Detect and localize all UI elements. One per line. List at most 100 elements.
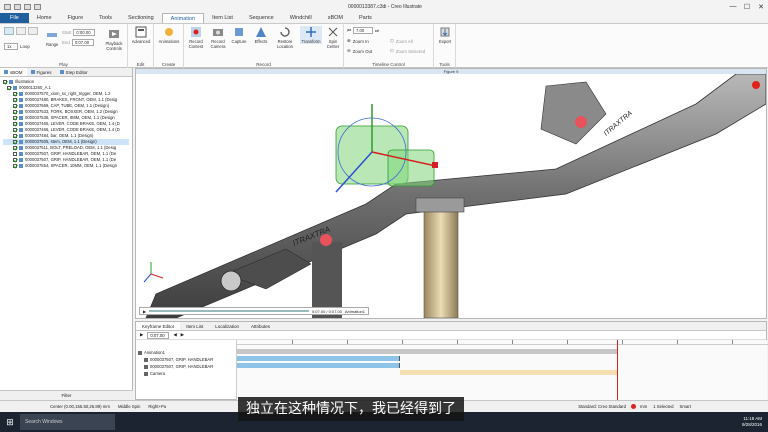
visibility-checkbox[interactable] [13, 158, 17, 162]
tab-parts[interactable]: Parts [351, 13, 380, 23]
tab-item-list-panel[interactable]: Item List [180, 322, 209, 330]
capture-button[interactable]: Capture [229, 26, 249, 44]
tab-home[interactable]: Home [29, 13, 60, 23]
tab-figures-panel[interactable]: Figures [27, 68, 56, 76]
visibility-checkbox[interactable] [13, 110, 17, 114]
status-units[interactable]: mm [640, 404, 647, 409]
structure-tree: Illustration 0000013260_A.1 0000037570_xio… [0, 77, 132, 171]
part-icon [19, 158, 23, 162]
next-key-icon[interactable]: ⏭ [375, 28, 379, 33]
grip-track-bar-2[interactable] [237, 363, 400, 368]
animation-icon [138, 350, 142, 355]
figure-viewport[interactable]: Figure 9 ITRAXTRA ITRAXTRA ▶ 0:07.00 / 0… [135, 68, 767, 319]
viewport-playbar[interactable]: ▶ 0:07.00 / 0:07.00 Animation1 [139, 307, 369, 315]
start-time-field[interactable]: 0:00.00 [73, 29, 96, 36]
tab-figure[interactable]: Figure [60, 13, 92, 23]
animations-button[interactable]: Animations [155, 26, 183, 44]
visibility-checkbox[interactable] [13, 134, 17, 138]
undo-icon[interactable] [24, 3, 31, 10]
next-frame-icon[interactable]: ▶ [181, 332, 184, 338]
visibility-checkbox[interactable] [7, 86, 11, 90]
export-button[interactable]: Export [435, 26, 455, 44]
zoom-selected-button[interactable]: ⊡ Zoom Selected [390, 48, 425, 54]
tab-localization[interactable]: Localization [209, 322, 245, 330]
tab-animation[interactable]: Animation [161, 13, 205, 23]
windows-start-icon[interactable]: ⊞ [0, 412, 20, 432]
tab-tools[interactable]: Tools [91, 13, 120, 23]
ribbon-tabs: File Home Figure Tools Sectioning Animat… [0, 13, 768, 24]
play-icon-small[interactable]: ▶ [143, 309, 146, 314]
spin-center-button[interactable]: Spin Center [323, 26, 343, 49]
zoom-in-button[interactable]: ⊕ Zoom In [347, 38, 369, 44]
visibility-checkbox[interactable] [13, 104, 17, 108]
visibility-checkbox[interactable] [13, 122, 17, 126]
loop-toggle[interactable]: Loop [20, 44, 30, 49]
model-canvas[interactable]: ITRAXTRA ITRAXTRA [136, 73, 767, 319]
maximize-button[interactable]: ☐ [740, 0, 754, 13]
camera-track-bar[interactable] [400, 370, 617, 375]
tab-keyframe-editor[interactable]: Keyframe Editor [136, 322, 181, 330]
quick-access-toolbar [4, 3, 41, 10]
visibility-checkbox[interactable] [13, 164, 17, 168]
visibility-checkbox[interactable] [13, 140, 17, 144]
record-content-button[interactable]: Record Content [185, 26, 207, 49]
track-grip-1[interactable]: 0000037507, GRIP, HANDLEBAR [144, 357, 213, 362]
window-title: 0000013387.c3di - Creo Illustrate [348, 3, 422, 10]
redo-icon[interactable] [34, 3, 41, 10]
save-icon[interactable] [14, 3, 21, 10]
record-camera-button[interactable]: Record Camera [207, 26, 229, 49]
restore-location-button[interactable]: Restore Location [272, 26, 298, 49]
tab-sectioning[interactable]: Sectioning [120, 13, 162, 23]
tab-sbom[interactable]: sBOM [320, 13, 351, 23]
prev-frame-icon[interactable]: ◀ [173, 332, 176, 338]
range-button[interactable]: Range [46, 29, 58, 47]
status-standard[interactable]: Standard: Creo Standard [578, 404, 626, 409]
timeline-time-field[interactable]: 7.00 [352, 27, 373, 34]
status-mode[interactable]: Smart [679, 404, 690, 409]
keyframe-time-field[interactable]: 0:07.00 [147, 331, 170, 339]
minimize-button[interactable]: — [726, 0, 740, 13]
transform-button[interactable]: Transform [300, 26, 322, 44]
advanced-button[interactable]: Advanced [129, 26, 153, 44]
time-cursor[interactable] [617, 340, 618, 400]
play-icon[interactable] [4, 27, 14, 35]
playback-controls-button[interactable]: Playback Controls [102, 28, 126, 51]
visibility-checkbox[interactable] [3, 80, 7, 84]
part-icon [19, 152, 23, 156]
zoom-all-icon: ⊡ [390, 38, 394, 43]
visibility-checkbox[interactable] [13, 128, 17, 132]
tab-file[interactable]: File [0, 13, 29, 23]
selected-stem[interactable] [335, 104, 438, 193]
tree-item[interactable]: 0000037554, SPACER, 10MM, OEM, 1.1 (Desi… [3, 163, 129, 169]
search-windows-box[interactable]: Search Windows [20, 414, 115, 430]
tab-attributes[interactable]: Attributes [245, 322, 276, 330]
filter-bar[interactable]: Filter [0, 390, 133, 400]
pause-icon[interactable] [16, 27, 26, 35]
track-grip-2[interactable]: 0000037507, GRIP, HANDLEBAR [144, 364, 213, 369]
tab-step-editor-panel[interactable]: Step Editor [56, 68, 92, 76]
animation-bar[interactable] [237, 349, 617, 354]
timeline-area[interactable] [236, 340, 768, 400]
visibility-checkbox[interactable] [13, 146, 17, 150]
play-keyframe-icon[interactable]: ▶ [140, 332, 143, 338]
track-animation[interactable]: Animation1 [138, 350, 165, 355]
group-label-record: Record [256, 62, 271, 67]
speed-select[interactable]: 1x [4, 43, 18, 50]
tab-windchill[interactable]: Windchill [282, 13, 320, 23]
zoom-all-button[interactable]: ⊡ Zoom All [390, 38, 413, 44]
effects-button[interactable]: Effects [251, 26, 271, 44]
close-button[interactable]: ✕ [754, 0, 768, 13]
track-camera[interactable]: Camera [144, 371, 165, 376]
grip-track-bar-1[interactable] [237, 356, 400, 361]
zoom-out-button[interactable]: ⊖ Zoom Out [347, 48, 372, 54]
tab-item-list[interactable]: Item List [204, 13, 241, 23]
tab-sbom-panel[interactable]: sBOM [0, 68, 27, 76]
stop-icon[interactable] [28, 27, 38, 35]
visibility-checkbox[interactable] [13, 92, 17, 96]
tab-sequence[interactable]: Sequence [241, 13, 282, 23]
visibility-checkbox[interactable] [13, 152, 17, 156]
visibility-checkbox[interactable] [13, 98, 17, 102]
prev-key-icon[interactable]: ⏮ [347, 28, 351, 33]
visibility-checkbox[interactable] [13, 116, 17, 120]
end-time-field[interactable]: 0:07.00 [71, 39, 94, 46]
